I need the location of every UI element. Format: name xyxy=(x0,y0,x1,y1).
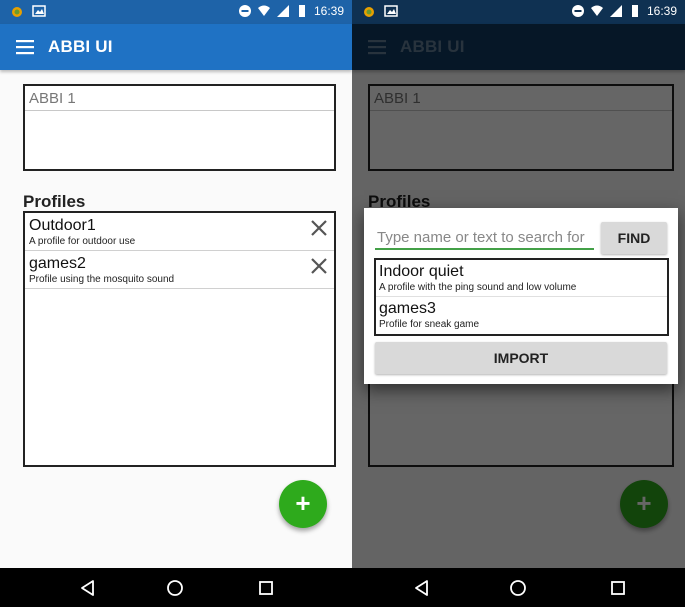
home-icon[interactable] xyxy=(165,578,185,598)
home-icon[interactable] xyxy=(508,578,528,598)
image-notification-icon xyxy=(384,5,398,17)
profiles-heading: Profiles xyxy=(23,192,86,211)
profile-item[interactable]: games2 Profile using the mosquito sound xyxy=(25,251,334,289)
status-time: 16:39 xyxy=(313,4,344,18)
result-item[interactable]: games3 Profile for sneak game xyxy=(376,297,667,334)
back-icon[interactable] xyxy=(78,578,98,598)
recent-apps-icon[interactable] xyxy=(608,578,628,598)
signal-icon xyxy=(276,5,289,17)
navigation-bar xyxy=(352,568,685,607)
result-description: Profile for sneak game xyxy=(379,319,480,330)
import-screen: 16:39 ABBI UI ABBI 1 Profiles + FIND Ind… xyxy=(352,0,685,607)
android-notification-icon xyxy=(12,7,22,17)
status-time: 16:39 xyxy=(646,4,677,18)
image-notification-icon xyxy=(32,5,46,17)
import-button[interactable]: IMPORT xyxy=(375,342,667,374)
profile-description: Profile using the mosquito sound xyxy=(29,274,175,285)
search-results-list: Indoor quiet A profile with the ping sou… xyxy=(374,258,669,336)
do-not-disturb-icon xyxy=(238,5,251,17)
signal-icon xyxy=(609,5,622,17)
result-item[interactable]: Indoor quiet A profile with the ping sou… xyxy=(376,260,667,297)
status-bar: 16:39 xyxy=(0,0,352,24)
result-name: games3 xyxy=(379,300,436,317)
hamburger-menu-icon[interactable] xyxy=(14,36,36,58)
wifi-icon xyxy=(590,5,603,16)
do-not-disturb-icon xyxy=(571,5,584,17)
import-profile-dialog: FIND Indoor quiet A profile with the pin… xyxy=(364,208,678,384)
profiles-list: Outdoor1 A profile for outdoor use games… xyxy=(23,211,336,467)
profile-name: Outdoor1 xyxy=(29,217,96,234)
remove-profile-close-icon[interactable] xyxy=(310,219,328,237)
app-bar: ABBI UI xyxy=(0,24,352,70)
main-screen: 16:39 ABBI UI ABBI 1 Profiles Outdoor1 A… xyxy=(0,0,352,607)
remove-profile-close-icon[interactable] xyxy=(310,257,328,275)
app-title: ABBI UI xyxy=(48,37,113,56)
navigation-bar xyxy=(0,568,352,607)
find-button[interactable]: FIND xyxy=(601,222,667,254)
device-name-field[interactable]: ABBI 1 xyxy=(25,86,334,111)
result-name: Indoor quiet xyxy=(379,263,464,280)
profile-description: A profile for outdoor use xyxy=(29,236,136,247)
android-notification-icon xyxy=(364,7,374,17)
status-bar: 16:39 xyxy=(352,0,685,24)
result-description: A profile with the ping sound and low vo… xyxy=(379,282,577,293)
device-name-box[interactable]: ABBI 1 xyxy=(23,84,336,171)
recent-apps-icon[interactable] xyxy=(256,578,276,598)
battery-icon xyxy=(298,5,305,17)
profile-search-input[interactable] xyxy=(375,226,594,250)
profile-item[interactable]: Outdoor1 A profile for outdoor use xyxy=(25,213,334,251)
battery-icon xyxy=(631,5,638,17)
back-icon[interactable] xyxy=(412,578,432,598)
wifi-icon xyxy=(257,5,270,16)
profile-name: games2 xyxy=(29,255,86,272)
add-profile-button[interactable]: + xyxy=(279,480,327,528)
